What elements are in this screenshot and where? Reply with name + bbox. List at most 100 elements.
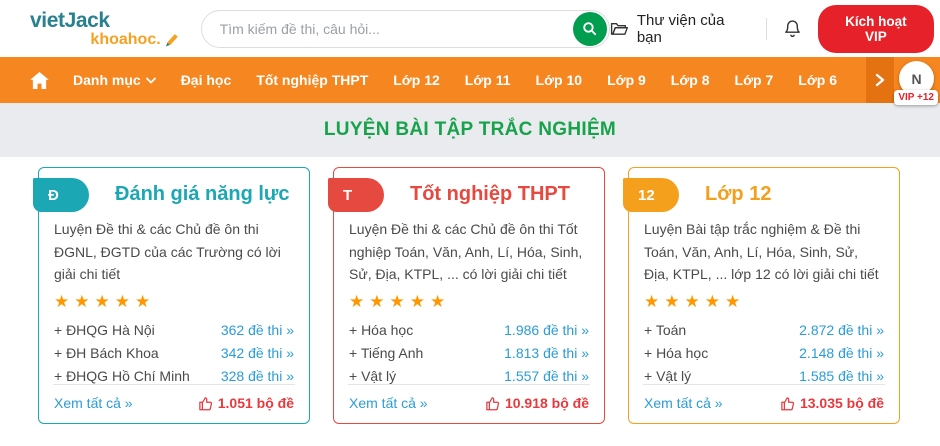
star-icon: ★ xyxy=(135,291,151,311)
star-icon: ★ xyxy=(54,291,70,311)
vip-status-badge: VIP +12 xyxy=(894,90,938,105)
row-label[interactable]: + ĐHQG Hồ Chí Minh xyxy=(54,368,190,384)
nav-scroll-right[interactable] xyxy=(866,57,894,103)
nav-item-label: Lớp 10 xyxy=(535,72,583,88)
star-icon: ★ xyxy=(349,291,365,311)
nav-item-lớp-12[interactable]: Lớp 12 xyxy=(393,72,440,88)
card-badge: T xyxy=(328,178,384,212)
star-icon: ★ xyxy=(725,291,741,311)
view-all-link[interactable]: Xem tất cả » xyxy=(644,395,723,411)
view-all-link[interactable]: Xem tất cả » xyxy=(54,395,133,411)
total-count: 13.035 bộ đề xyxy=(780,395,884,411)
nav-item-label: Lớp 6 xyxy=(798,72,837,88)
nav-item-lớp-10[interactable]: Lớp 10 xyxy=(536,72,583,88)
view-all-link[interactable]: Xem tất cả » xyxy=(349,395,428,411)
card-title[interactable]: Đánh giá năng lực xyxy=(115,183,290,206)
star-icon: ★ xyxy=(409,291,425,311)
card-title[interactable]: Lớp 12 xyxy=(705,183,771,206)
stat-rows: + ĐHQG Hà Nội 362 đề thi » + ĐH Bách Kho… xyxy=(39,312,309,384)
row-label[interactable]: + Hóa học xyxy=(644,345,708,361)
card-head: Đ Đánh giá năng lực xyxy=(33,178,309,212)
subject-card-0: Đ Đánh giá năng lực Luyện Đề thi & các C… xyxy=(33,167,310,424)
star-icon: ★ xyxy=(114,291,130,311)
row-count-link[interactable]: 1.986 đề thi » xyxy=(504,322,589,338)
user-menu: N VIP +12 xyxy=(894,61,938,105)
activate-vip-button[interactable]: Kích hoạt VIP xyxy=(817,4,934,53)
section-title-band: LUYỆN BÀI TẬP TRẮC NGHIỆM xyxy=(0,103,940,157)
row-count-link[interactable]: 2.872 đề thi » xyxy=(799,322,884,338)
star-icon: ★ xyxy=(74,291,90,311)
row-label[interactable]: + Toán xyxy=(644,322,686,338)
card-description: Luyện Bài tập trắc nghiệm & Đề thi Toán,… xyxy=(644,221,879,283)
row-count-link[interactable]: 342 đề thi » xyxy=(221,345,294,361)
header-right: Thư viện của bạn Kích hoạt VIP xyxy=(610,4,940,53)
section-title: LUYỆN BÀI TẬP TRẮC NGHIỆM xyxy=(323,119,617,140)
card-footer: Xem tất cả » 1.051 bộ đề xyxy=(53,384,295,423)
star-icon: ★ xyxy=(684,291,700,311)
row-label[interactable]: + ĐHQG Hà Nội xyxy=(54,322,155,338)
total-count-label: 13.035 bộ đề xyxy=(799,395,884,411)
row-label[interactable]: + Vật lý xyxy=(644,368,691,384)
row-count-link[interactable]: 2.148 đề thi » xyxy=(799,345,884,361)
star-icon: ★ xyxy=(664,291,680,311)
card-description: Luyện Đề thi & các Chủ đề ôn thi ĐGNL, Đ… xyxy=(54,221,281,283)
total-count-label: 1.051 bộ đề xyxy=(217,395,294,411)
nav-item-label: Lớp 9 xyxy=(607,72,646,88)
row-count-link[interactable]: 1.813 đề thi » xyxy=(504,345,589,361)
row-count-link[interactable]: 1.557 đề thi » xyxy=(504,368,589,384)
bell-icon xyxy=(784,19,800,37)
thumb-up-icon xyxy=(198,396,212,410)
home-button[interactable] xyxy=(30,71,49,89)
row-count-link[interactable]: 362 đề thi » xyxy=(221,322,294,338)
card-footer: Xem tất cả » 13.035 bộ đề xyxy=(643,384,885,423)
star-icon: ★ xyxy=(389,291,405,311)
stat-row: + Vật lý 1.557 đề thi » xyxy=(349,368,589,384)
nav-item-label: Tốt nghiệp THPT xyxy=(256,72,369,88)
stat-row: + Hóa học 2.148 đề thi » xyxy=(644,345,884,361)
nav-item-label: Lớp 7 xyxy=(734,72,774,88)
nav-item-lớp-11[interactable]: Lớp 11 xyxy=(465,72,511,88)
stat-row: + Toán 2.872 đề thi » xyxy=(644,322,884,338)
star-icon: ★ xyxy=(94,291,110,311)
nav-item-danh-mục[interactable]: Danh mục xyxy=(73,72,156,88)
site-logo[interactable]: vietJack khoahoc. xyxy=(30,10,179,48)
nav-item-lớp-6[interactable]: Lớp 6 xyxy=(798,72,837,88)
stat-rows: + Hóa học 1.986 đề thi » + Tiếng Anh 1.8… xyxy=(334,312,604,384)
library-label: Thư viện của bạn xyxy=(636,11,725,46)
row-count-link[interactable]: 328 đề thi » xyxy=(221,368,294,384)
row-count-link[interactable]: 1.585 đề thi » xyxy=(799,368,884,384)
stat-row: + ĐHQG Hà Nội 362 đề thi » xyxy=(54,322,294,338)
card-title[interactable]: Tốt nghiệp THPT xyxy=(410,183,570,206)
rating-stars: ★ ★ ★ ★ ★ xyxy=(334,286,604,312)
search-icon xyxy=(583,22,597,36)
stat-row: + ĐH Bách Khoa 342 đề thi » xyxy=(54,345,294,361)
page: vietJack khoahoc. Tìm kiếm đề thi, câu h… xyxy=(0,0,940,446)
notifications-button[interactable] xyxy=(783,19,802,39)
row-label[interactable]: + Hóa học xyxy=(349,322,413,338)
subject-card-1: T Tốt nghiệp THPT Luyện Đề thi & các Chủ… xyxy=(328,167,605,424)
search-button[interactable] xyxy=(572,11,607,46)
row-label[interactable]: + Tiếng Anh xyxy=(349,345,423,361)
nav-item-lớp-7[interactable]: Lớp 7 xyxy=(735,72,774,88)
library-link[interactable]: Thư viện của bạn xyxy=(610,12,750,46)
nav-item-tốt-nghiệp-thpt[interactable]: Tốt nghiệp THPT xyxy=(256,72,368,88)
nav-item-label: Đại học xyxy=(180,72,232,88)
nav-item-đại-học[interactable]: Đại học xyxy=(181,72,232,88)
total-count: 10.918 bộ đề xyxy=(485,395,589,411)
nav-item-lớp-8[interactable]: Lớp 8 xyxy=(671,72,710,88)
nav-item-lớp-9[interactable]: Lớp 9 xyxy=(607,72,646,88)
subject-card-2: 12 Lớp 12 Luyện Bài tập trắc nghiệm & Đề… xyxy=(623,167,900,424)
rating-stars: ★ ★ ★ ★ ★ xyxy=(629,286,899,312)
top-header: vietJack khoahoc. Tìm kiếm đề thi, câu h… xyxy=(0,0,940,57)
nav-item-label: Lớp 12 xyxy=(393,72,440,88)
chevron-down-icon xyxy=(145,77,156,83)
search-input[interactable] xyxy=(201,20,552,37)
folder-icon xyxy=(610,22,628,35)
row-label[interactable]: + ĐH Bách Khoa xyxy=(54,345,159,361)
thumb-up-icon xyxy=(486,396,500,410)
star-icon: ★ xyxy=(704,291,720,311)
row-label[interactable]: + Vật lý xyxy=(349,368,396,384)
cards-section: Đ Đánh giá năng lực Luyện Đề thi & các C… xyxy=(0,157,940,424)
card-description: Luyện Đề thi & các Chủ đề ôn thi Tốt ngh… xyxy=(349,221,583,283)
home-icon xyxy=(30,71,49,89)
